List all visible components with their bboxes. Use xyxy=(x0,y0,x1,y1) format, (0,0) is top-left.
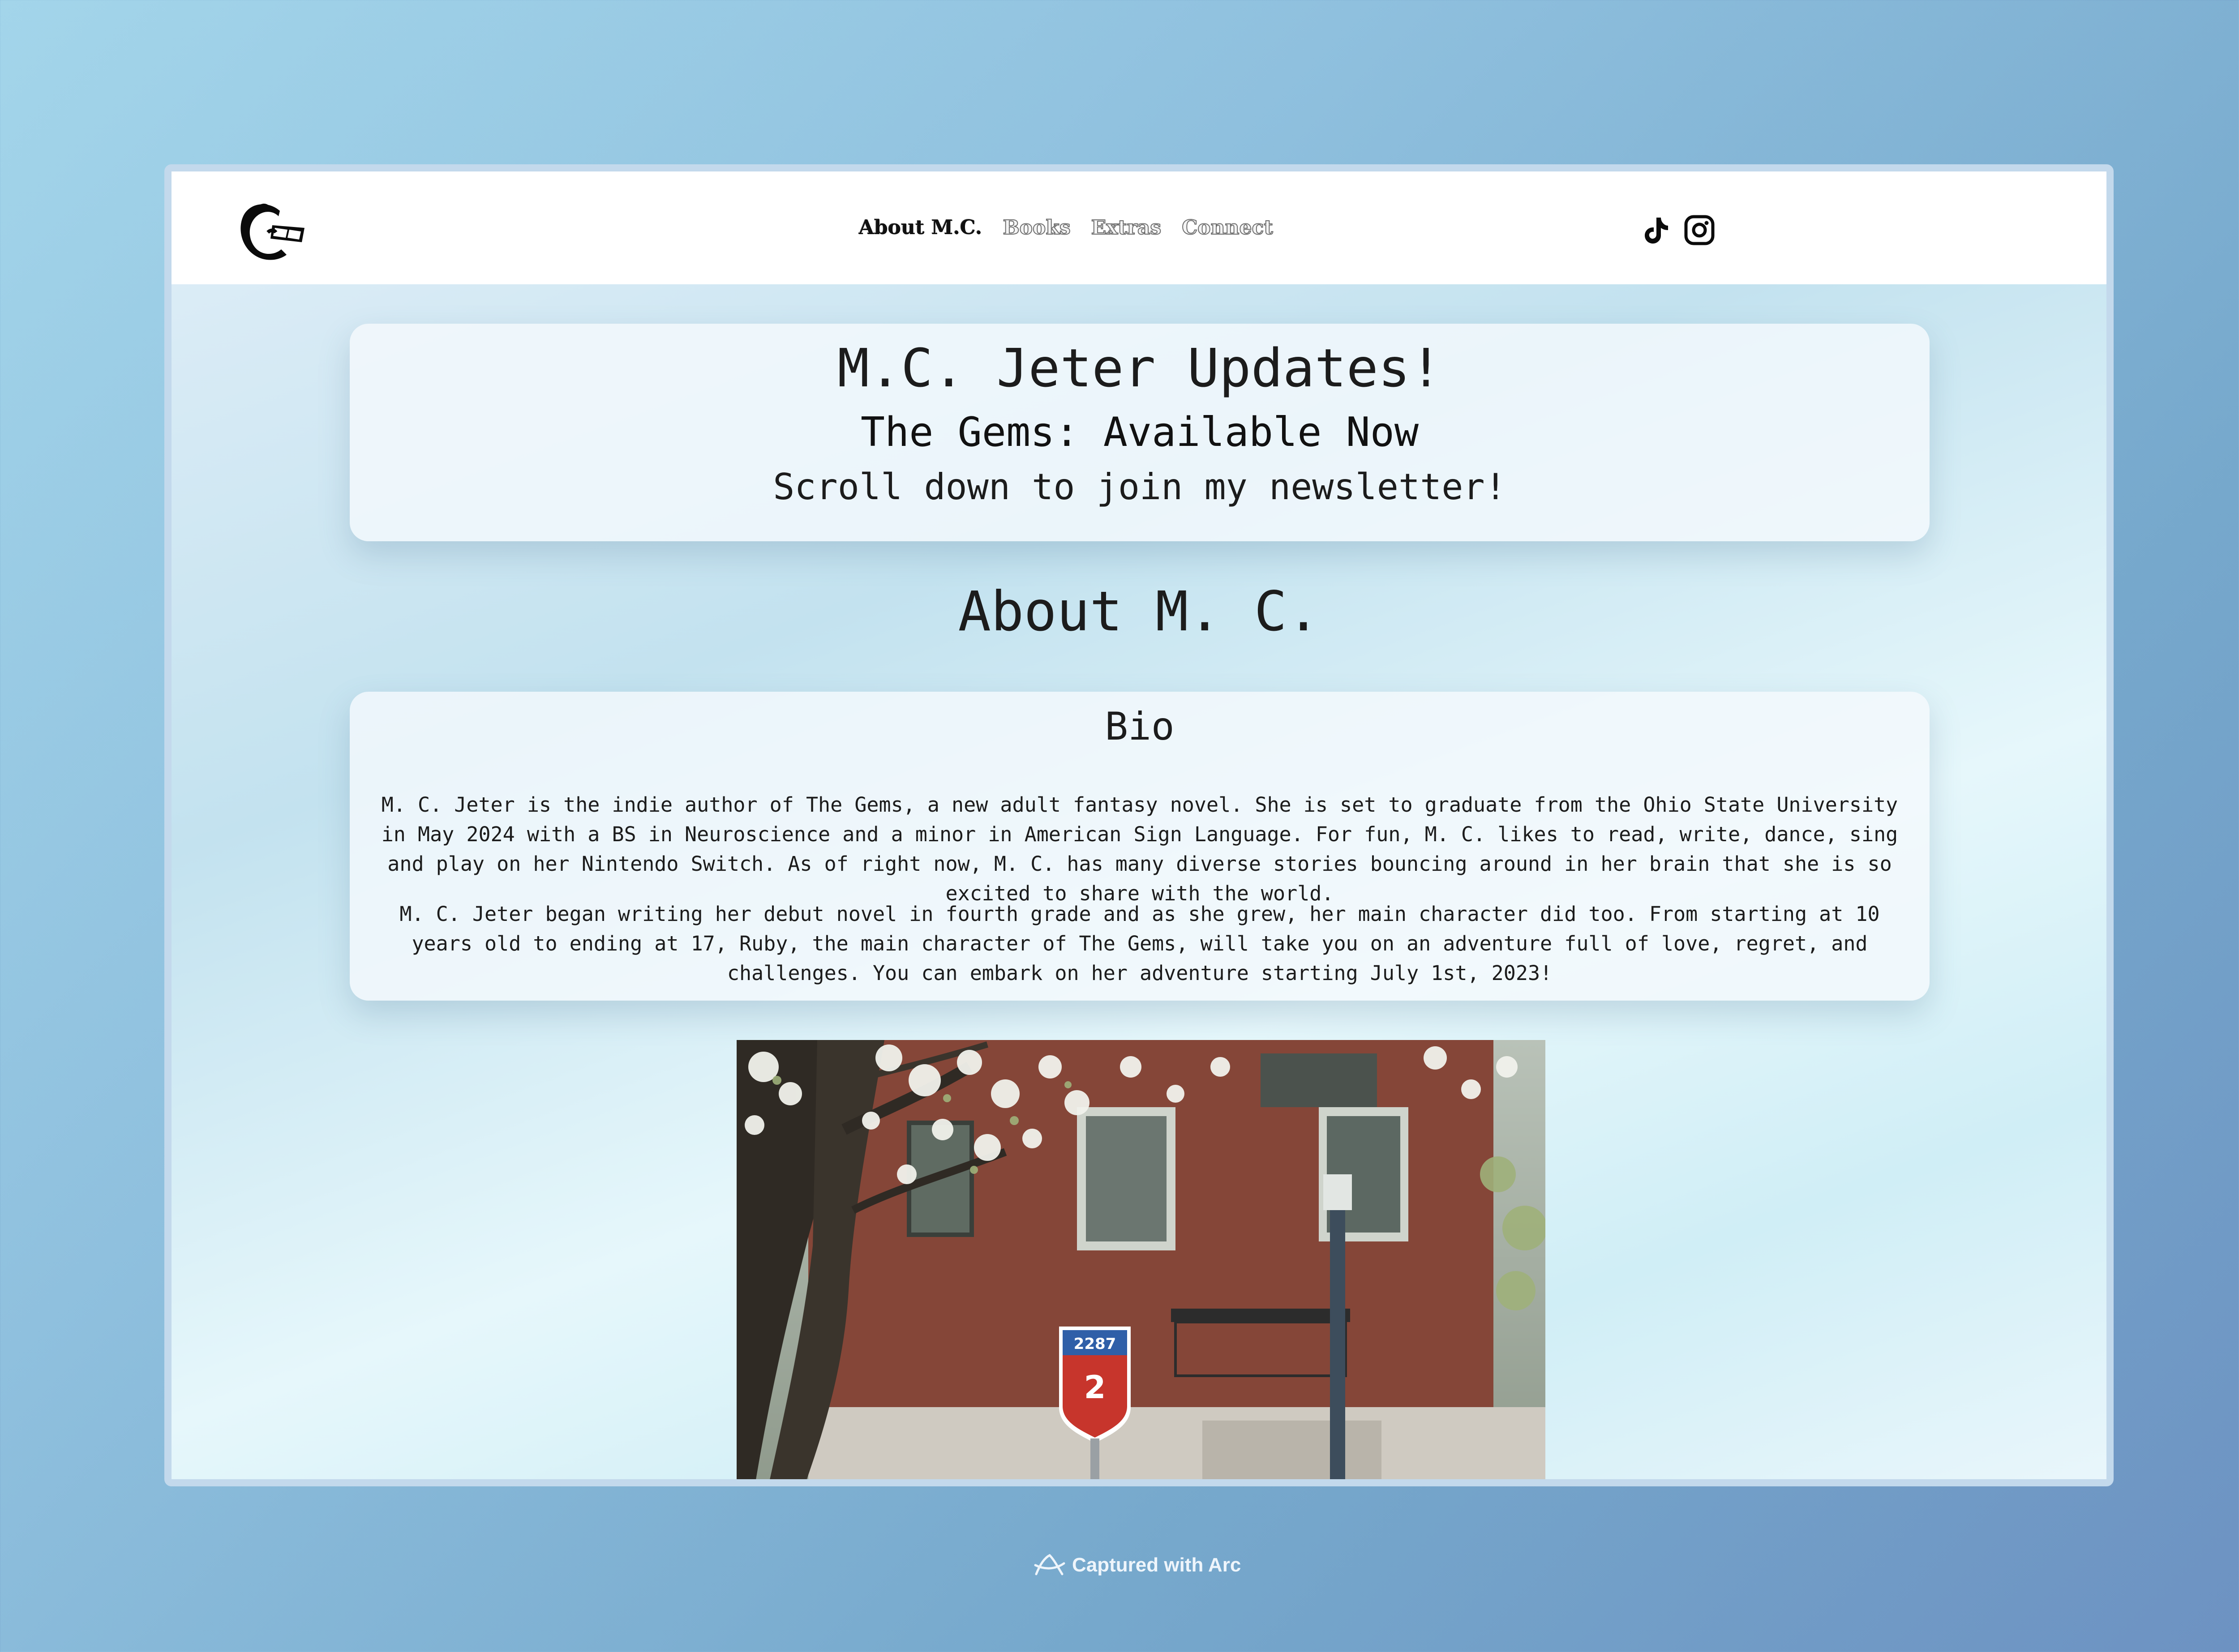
tiktok-icon[interactable] xyxy=(1640,214,1673,246)
reading-dolphin-logo-icon[interactable] xyxy=(237,197,309,265)
nav-link-extras[interactable]: Extras xyxy=(1091,216,1162,240)
site-navbar: About M.C. Books Extras Connect xyxy=(172,171,2106,284)
campus-photo-illustration: 2287 2 xyxy=(737,1040,1545,1479)
arc-logo-icon xyxy=(1034,1554,1065,1575)
updates-subtitle: The Gems: Available Now xyxy=(860,409,1419,456)
sign-number-text: 2287 xyxy=(1074,1335,1116,1353)
browser-window: About M.C. Books Extras Connect M.C. Jet… xyxy=(164,164,2114,1486)
social-links xyxy=(1640,214,1716,246)
updates-title: M.C. Jeter Updates! xyxy=(837,337,1442,399)
page-content: M.C. Jeter Updates! The Gems: Available … xyxy=(172,284,2106,1479)
nav-link-about[interactable]: About M.C. xyxy=(859,216,982,239)
bio-paragraph-1: M. C. Jeter is the indie author of The G… xyxy=(381,793,1898,905)
instagram-icon[interactable] xyxy=(1683,214,1716,246)
bio-paragraph-2: M. C. Jeter began writing her debut nove… xyxy=(399,902,1880,985)
bio-title: Bio xyxy=(1105,704,1175,749)
author-campus-photo: 2287 2 xyxy=(737,1040,1545,1479)
about-heading: About M. C. xyxy=(958,580,1320,643)
updates-banner: M.C. Jeter Updates! The Gems: Available … xyxy=(350,324,1930,541)
newsletter-cta: Scroll down to join my newsletter! xyxy=(773,466,1506,508)
main-nav: About M.C. Books Extras Connect xyxy=(859,216,1274,240)
nav-link-connect[interactable]: Connect xyxy=(1181,216,1273,240)
sign-digit-text: 2 xyxy=(1084,1369,1106,1406)
nav-link-books[interactable]: Books xyxy=(1002,216,1071,240)
bio-card: Bio M. C. Jeter is the indie author of T… xyxy=(350,692,1930,1001)
capture-credit: Captured with Arc xyxy=(1034,1552,1241,1579)
capture-text: Captured with Arc xyxy=(1072,1554,1241,1576)
